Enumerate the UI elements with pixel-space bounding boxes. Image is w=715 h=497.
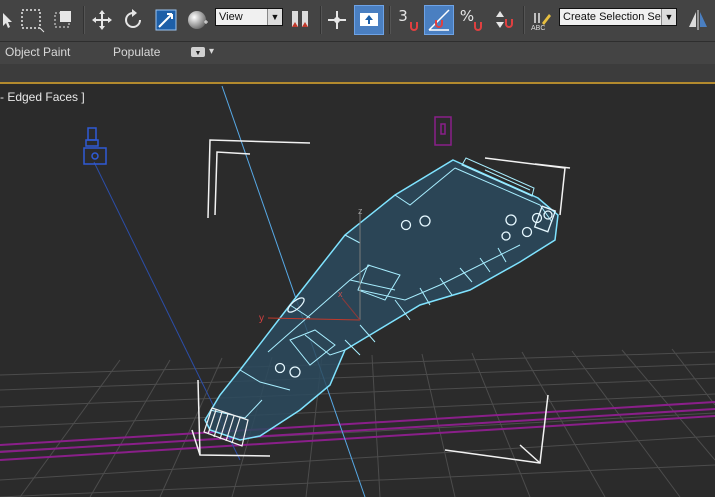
axis-y-label: y (259, 313, 264, 324)
snaps-toggle-button[interactable]: 3 (394, 5, 422, 35)
use-pivot-center-button[interactable] (286, 5, 314, 35)
select-object-button[interactable] (0, 5, 14, 35)
angle-snap-toggle-button[interactable] (424, 5, 454, 35)
select-and-scale-button[interactable] (152, 5, 180, 35)
rotate-icon (125, 9, 141, 28)
selected-device-mesh[interactable] (203, 157, 559, 447)
toolbar-separator (83, 6, 85, 34)
spotlight-icon[interactable] (83, 127, 107, 165)
named-selection-value: Create Selection Se (563, 11, 661, 23)
spinner-snap-toggle-button[interactable] (490, 5, 518, 35)
sphere-placement-icon (188, 11, 208, 29)
reference-coordinate-value: View (219, 11, 243, 23)
main-toolbar: View ▼ 3 % ABC Create Selection Se ▼ (0, 0, 715, 42)
toolbar-separator (523, 6, 525, 34)
reference-coordinate-dropdown[interactable]: View ▼ (215, 8, 283, 26)
magnet-icon (474, 22, 482, 31)
ribbon-options-arrow[interactable]: ▾ (209, 46, 214, 57)
dashed-rectangle-icon (21, 9, 45, 33)
pivot-center-icon (292, 11, 308, 27)
toolbar-separator (320, 6, 322, 34)
scale-icon (155, 9, 177, 31)
axis-z-label: z (358, 206, 363, 216)
mirror-icon (689, 10, 707, 30)
cursor-arrow-icon (3, 13, 12, 28)
select-and-move-button[interactable] (88, 5, 116, 35)
ribbon-panel (0, 64, 715, 82)
select-and-manipulate-button[interactable] (324, 5, 350, 35)
viewport-shading-label[interactable]: - Edged Faces ] (0, 90, 85, 104)
toolbar-separator (389, 6, 391, 34)
spinner-snap-icon (496, 11, 513, 28)
abc-label: ABC (531, 25, 546, 32)
rectangular-selection-button[interactable] (18, 5, 46, 35)
chevron-down-icon: ▼ (267, 9, 282, 25)
select-and-rotate-button[interactable] (119, 5, 147, 35)
window-crossing-button[interactable] (50, 5, 78, 35)
chevron-down-icon: ▼ (194, 50, 202, 57)
edit-named-selection-sets-button[interactable]: ABC (527, 5, 555, 35)
mirror-button[interactable] (684, 5, 712, 35)
axis-x-label: x (338, 289, 343, 299)
move-arrows-icon (92, 10, 112, 30)
ribbon-options-button[interactable]: ▼ (191, 47, 205, 57)
keyboard-shortcut-override-button[interactable] (354, 5, 384, 35)
manipulate-icon (328, 11, 346, 29)
select-and-place-button[interactable] (184, 5, 212, 35)
tab-object-paint[interactable]: Object Paint (5, 45, 70, 59)
named-selection-sets-dropdown[interactable]: Create Selection Se ▼ (559, 8, 677, 26)
ribbon-tabs: Object Paint Populate ▼ ▾ (0, 42, 715, 64)
angle-snap-icon (428, 9, 450, 31)
percent-snap-toggle-button[interactable]: % (458, 5, 486, 35)
magnet-icon (410, 22, 418, 31)
viewport-scene[interactable]: z y x (0, 84, 715, 497)
keyboard-override-icon (360, 13, 378, 26)
snap-dimension-label: 3 (398, 7, 408, 25)
camera-target-icon[interactable] (434, 116, 452, 146)
tab-populate[interactable]: Populate (113, 45, 160, 59)
chevron-down-icon: ▼ (661, 9, 676, 25)
window-crossing-icon (54, 11, 71, 28)
